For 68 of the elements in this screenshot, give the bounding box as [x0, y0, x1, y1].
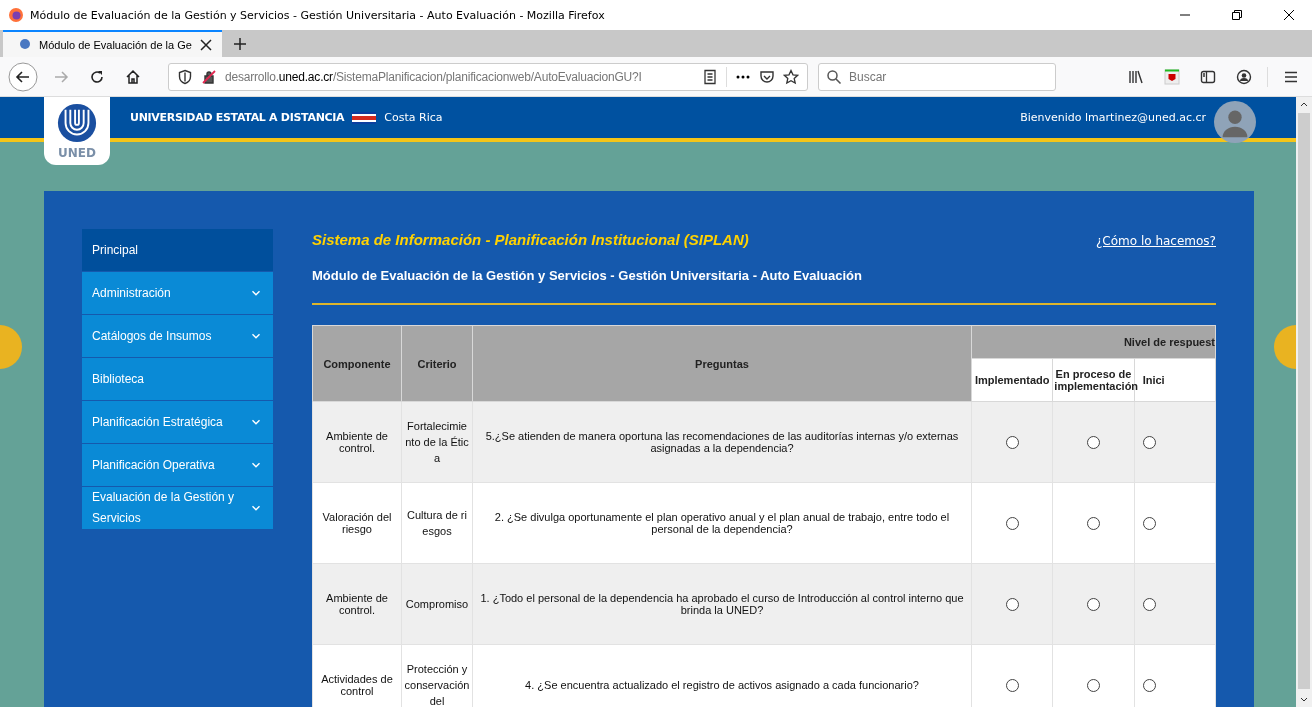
- star-icon[interactable]: [783, 68, 799, 85]
- insecure-lock-icon: [201, 68, 217, 85]
- radio-button[interactable]: [1142, 597, 1156, 611]
- help-link[interactable]: ¿Cómo lo hacemos?: [1095, 234, 1216, 248]
- table-cell: Ambiente de control.: [312, 401, 402, 483]
- address-bar[interactable]: desarrollo.uned.ac.cr/SistemaPlanificacion/planificacionweb/AutoEvaluacionGU?I: [168, 62, 808, 91]
- reload-icon[interactable]: [89, 68, 105, 85]
- reader-view-icon[interactable]: [702, 68, 718, 85]
- sidebar-item[interactable]: Catálogos de Insumos: [82, 315, 273, 357]
- radio-button[interactable]: [1005, 678, 1019, 692]
- radio-button[interactable]: [1087, 597, 1100, 611]
- university-name: UNIVERSIDAD ESTATAL A DISTANCIA: [130, 111, 345, 124]
- radio-button[interactable]: [1087, 516, 1100, 530]
- radio-button[interactable]: [1005, 597, 1019, 611]
- table-cell: 1. ¿Todo el personal de la dependencia ha aprobado el curso de Introducción al control interno que brinda la UNED?: [472, 563, 972, 645]
- radio-button[interactable]: [1005, 516, 1019, 530]
- column-header: Preguntas: [472, 325, 972, 402]
- account-icon[interactable]: [1236, 68, 1252, 85]
- welcome-text: Bienvenido lmartinez@uned.ac.cr: [1020, 111, 1206, 124]
- table-cell: Valoración del riesgo: [312, 482, 402, 564]
- avatar-icon[interactable]: [1214, 100, 1256, 143]
- table-cell: 2. ¿Se divulga oportunamente el plan operativo anual y el plan anual de trabajo, entre todo el personal de la dependencia?: [472, 482, 972, 564]
- shield-icon: [177, 68, 193, 85]
- system-title: Sistema de Información - Planificación Institucional (SIPLAN): [312, 231, 750, 248]
- home-icon[interactable]: [125, 68, 141, 85]
- logo-text: UNED: [58, 146, 96, 160]
- pocket-icon[interactable]: [759, 68, 775, 85]
- sidebar-item[interactable]: Principal: [82, 229, 273, 271]
- radio-button[interactable]: [1005, 435, 1019, 449]
- firefox-logo-icon: [8, 7, 24, 23]
- scrollbar[interactable]: [1296, 97, 1312, 707]
- close-tab-icon[interactable]: [197, 36, 214, 53]
- column-header: Componente: [312, 325, 402, 402]
- new-tab-icon[interactable]: [231, 35, 248, 52]
- back-icon[interactable]: [8, 61, 38, 92]
- radio-button[interactable]: [1142, 435, 1156, 449]
- table-cell: 5.¿Se atienden de manera oportuna las recomendaciones de las auditorías internas y/o externas asignadas a la dependencia?: [472, 401, 972, 483]
- sidebar-item[interactable]: Planificación Operativa: [82, 444, 273, 486]
- window-title: Módulo de Evaluación de la Gestión y Servicios - Gestión Universitaria - Auto Evaluación - Mozilla Firefox: [30, 8, 605, 22]
- library-icon[interactable]: [1128, 68, 1144, 85]
- sidebar-item[interactable]: Biblioteca: [82, 358, 273, 400]
- sidebar-item[interactable]: Planificación Estratégica: [82, 401, 273, 443]
- sidebar-item[interactable]: Administración: [82, 272, 273, 314]
- close-icon[interactable]: [1283, 9, 1295, 21]
- url-text[interactable]: desarrollo.uned.ac.cr/SistemaPlanificacion/planificacionweb/AutoEvaluacionGU?I: [225, 69, 694, 84]
- logo-rings-icon: [56, 102, 98, 144]
- column-header: Criterio: [401, 325, 473, 402]
- extension-icon[interactable]: [1164, 68, 1180, 85]
- column-header: Implementado: [971, 358, 1053, 402]
- table-cell: Ambiente de control.: [312, 563, 402, 645]
- table-cell: Compromiso: [401, 563, 473, 645]
- restore-icon[interactable]: [1231, 9, 1243, 21]
- country-name: Costa Rica: [384, 111, 443, 124]
- browser-tab[interactable]: Módulo de Evaluación de la Ge: [3, 30, 222, 57]
- sidebar-item[interactable]: Evaluación de la Gestión y Servicios: [82, 487, 273, 529]
- table-cell: Fortalecimiento de la Ética: [401, 401, 473, 483]
- table-cell: Cultura de riesgos: [401, 482, 473, 564]
- radio-button[interactable]: [1087, 678, 1100, 692]
- sidebar-icon[interactable]: [1200, 68, 1216, 85]
- costa-rica-flag-icon: [352, 111, 377, 124]
- search-field[interactable]: Buscar: [818, 62, 1056, 91]
- radio-button[interactable]: [1142, 516, 1156, 530]
- search-icon: [826, 68, 842, 85]
- radio-button[interactable]: [1087, 435, 1100, 449]
- module-title: Módulo de Evaluación de la Gestión y Servicios - Gestión Universitaria - Auto Evaluación: [312, 268, 863, 283]
- column-group-header: Nivel de respuest: [971, 325, 1216, 359]
- table-cell: Actividades de control: [312, 644, 402, 707]
- radio-button[interactable]: [1142, 678, 1156, 692]
